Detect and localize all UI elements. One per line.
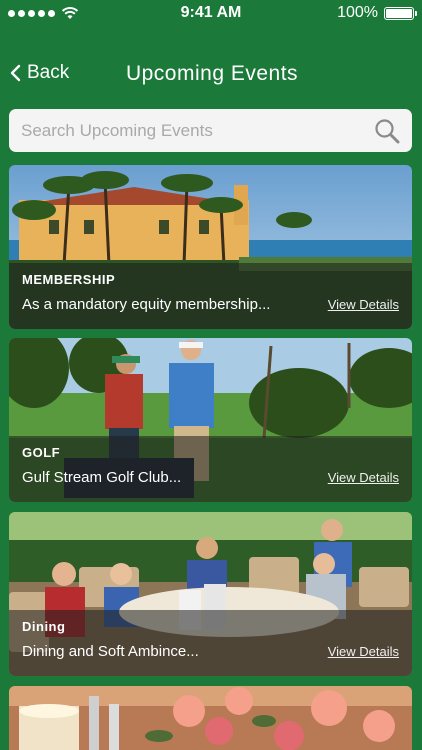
nav-bar: Back Upcoming Events bbox=[0, 52, 422, 100]
search-input[interactable] bbox=[21, 120, 341, 141]
event-description: Gulf Stream Golf Club... bbox=[22, 469, 182, 486]
event-category: MEMBERSHIP bbox=[22, 272, 116, 287]
search-icon[interactable] bbox=[374, 118, 400, 144]
event-overlay: MEMBERSHIP As a mandatory equity members… bbox=[9, 263, 412, 329]
event-image bbox=[9, 686, 412, 750]
signal-icon bbox=[8, 9, 55, 17]
status-left bbox=[8, 6, 79, 20]
event-description: Dining and Soft Ambince... bbox=[22, 643, 199, 660]
event-row: Gulf Stream Golf Club... View Details bbox=[22, 469, 399, 486]
page-title: Upcoming Events bbox=[125, 62, 299, 85]
battery-icon bbox=[384, 6, 417, 20]
wifi-icon bbox=[61, 7, 79, 19]
event-row: Dining and Soft Ambince... View Details bbox=[22, 643, 399, 660]
event-row: As a mandatory equity membership... View… bbox=[22, 296, 399, 313]
view-details-link[interactable]: View Details bbox=[328, 470, 399, 485]
event-description: As a mandatory equity membership... bbox=[22, 296, 271, 313]
battery-fill bbox=[386, 8, 412, 18]
event-card[interactable]: GOLF Gulf Stream Golf Club... View Detai… bbox=[9, 338, 412, 502]
event-card[interactable]: MEMBERSHIP As a mandatory equity members… bbox=[9, 165, 412, 329]
event-overlay: Dining Dining and Soft Ambince... View D… bbox=[9, 610, 412, 676]
event-card[interactable]: Dining Dining and Soft Ambince... View D… bbox=[9, 512, 412, 676]
view-details-link[interactable]: View Details bbox=[328, 297, 399, 312]
status-right: 100% bbox=[337, 4, 417, 22]
event-overlay: GOLF Gulf Stream Golf Club... View Detai… bbox=[9, 436, 412, 502]
battery-percent: 100% bbox=[337, 4, 378, 21]
search-bar bbox=[9, 109, 412, 152]
view-details-link[interactable]: View Details bbox=[328, 644, 399, 659]
event-category: GOLF bbox=[22, 445, 61, 460]
event-card[interactable] bbox=[9, 686, 412, 750]
status-bar: 9:41 AM 100% bbox=[0, 0, 422, 26]
event-category: Dining bbox=[22, 619, 66, 634]
